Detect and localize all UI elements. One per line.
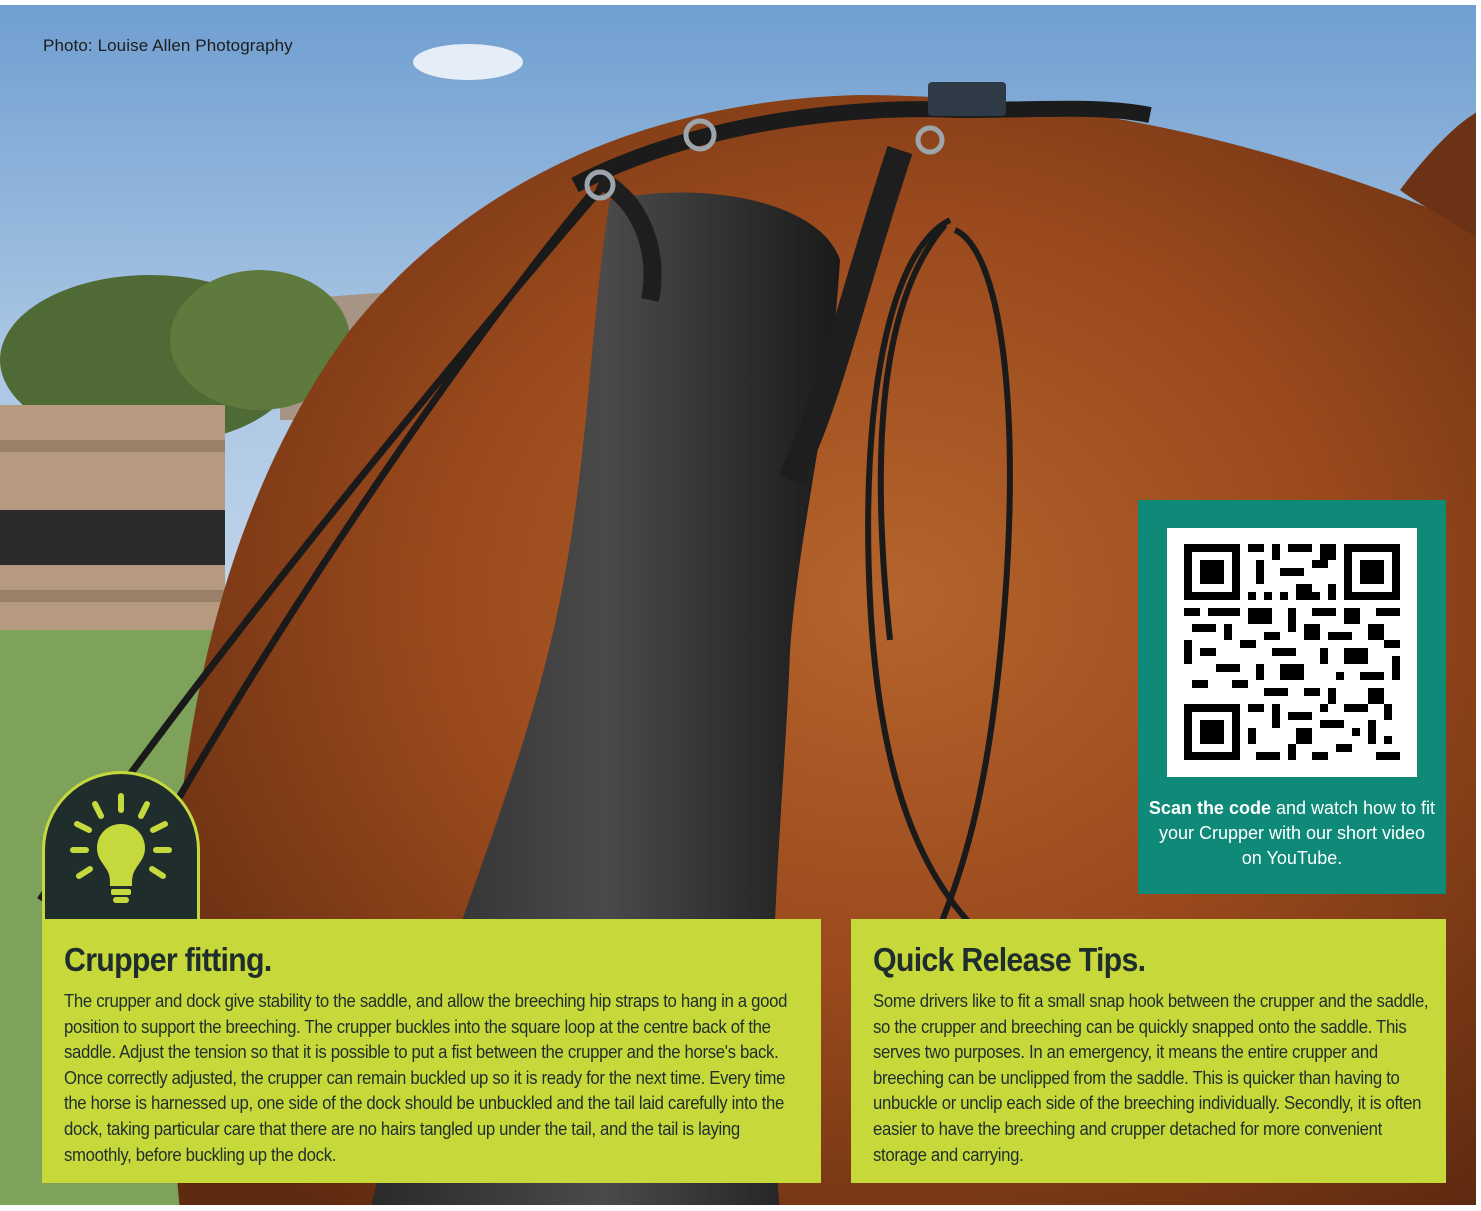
crupper-fitting-body: The crupper and dock give stability to t… bbox=[64, 991, 788, 1165]
qr-caption: Scan the code and watch how to fit your … bbox=[1148, 796, 1436, 871]
quick-release-title: Quick Release Tips. bbox=[873, 941, 1146, 978]
qr-code-panel: Scan the code and watch how to fit your … bbox=[1138, 500, 1446, 894]
photo-credit: Photo: Louise Allen Photography bbox=[43, 36, 293, 55]
qr-caption-bold: Scan the code bbox=[1148, 798, 1271, 818]
quick-release-panel: Quick Release Tips. Some drivers like to… bbox=[851, 919, 1446, 1183]
lightbulb-icon bbox=[70, 793, 172, 903]
qr-code-icon bbox=[1184, 544, 1400, 760]
quick-release-body: Some drivers like to fit a small snap ho… bbox=[873, 991, 1429, 1165]
crupper-fitting-panel: Crupper fitting. The crupper and dock gi… bbox=[42, 919, 821, 1183]
crupper-fitting-title: Crupper fitting. bbox=[64, 941, 272, 978]
tip-badge bbox=[42, 771, 200, 921]
qr-code[interactable] bbox=[1167, 528, 1417, 777]
